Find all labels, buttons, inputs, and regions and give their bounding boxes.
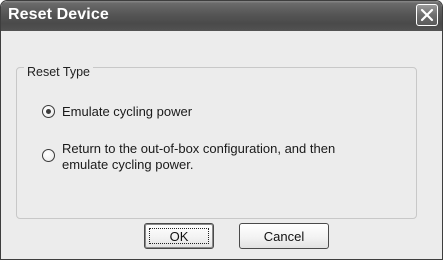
dialog-title: Reset Device bbox=[8, 6, 109, 23]
option-label-emulate: Emulate cycling power bbox=[62, 104, 193, 119]
option-out-of-box-config[interactable]: Return to the out-of-box configuration, … bbox=[42, 141, 335, 173]
cancel-button[interactable]: Cancel bbox=[239, 223, 329, 249]
option-label-out-of-box: Return to the out-of-box configuration, … bbox=[62, 141, 336, 172]
reset-type-label: Reset Type bbox=[24, 65, 94, 81]
title-bar[interactable]: Reset Device bbox=[1, 1, 442, 31]
reset-device-dialog: Reset Device Reset Type Emulate cycling … bbox=[0, 0, 443, 260]
close-icon bbox=[420, 8, 434, 22]
radio-selected-dot bbox=[46, 109, 51, 114]
ok-button-label: OK bbox=[169, 228, 189, 244]
option-emulate-cycling-power[interactable]: Emulate cycling power bbox=[42, 105, 192, 119]
cancel-button-label: Cancel bbox=[263, 228, 305, 244]
ok-button[interactable]: OK bbox=[144, 223, 214, 249]
close-button[interactable] bbox=[416, 4, 438, 26]
radio-out-of-box-config[interactable] bbox=[42, 149, 55, 162]
radio-emulate-cycling-power[interactable] bbox=[42, 105, 55, 118]
dialog-body: Reset Type Emulate cycling power Return … bbox=[4, 31, 439, 256]
